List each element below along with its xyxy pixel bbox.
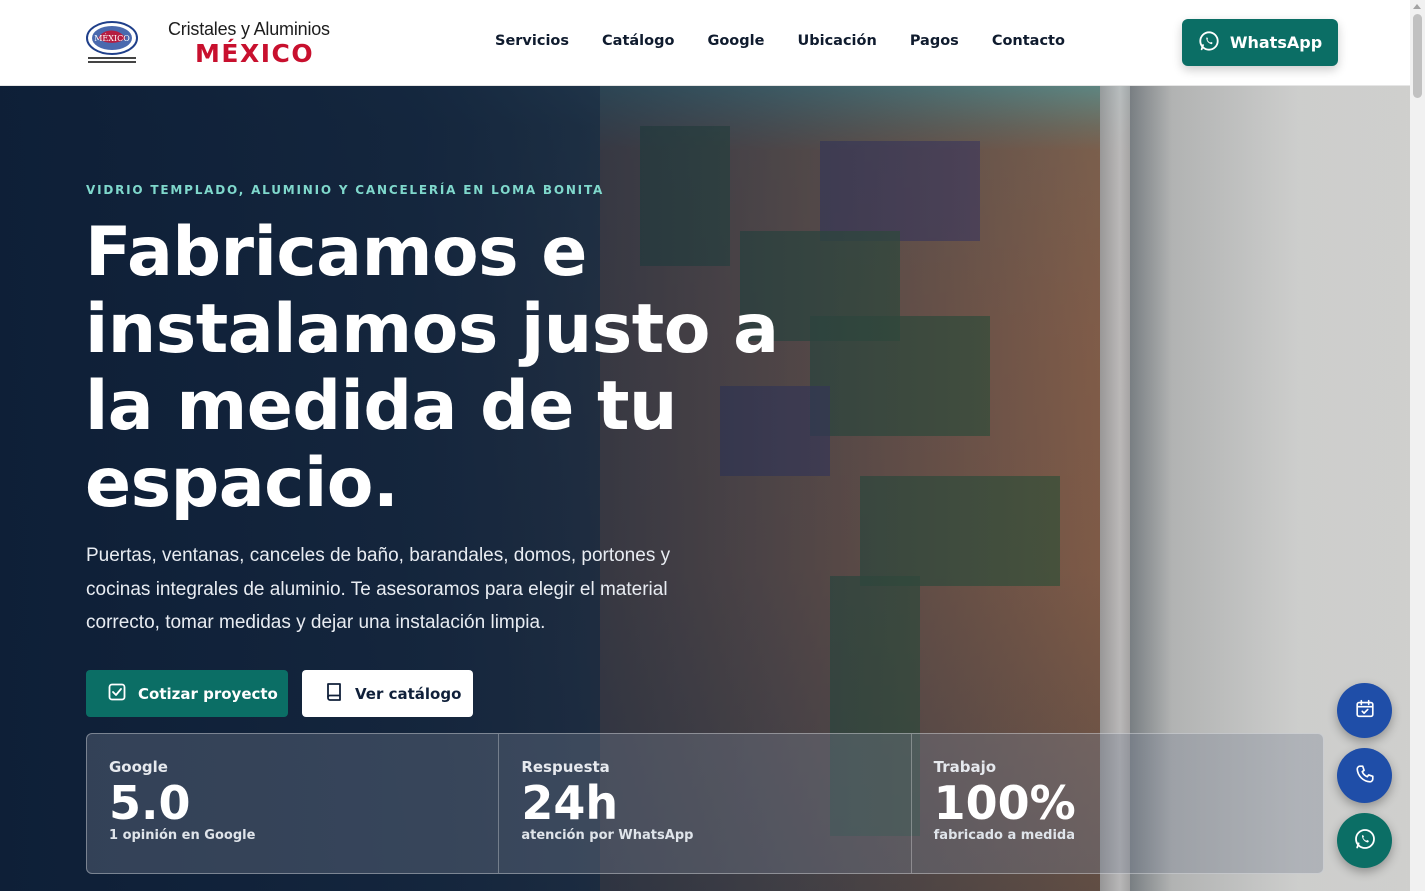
nav-ubicacion[interactable]: Ubicación [797,33,876,49]
stat-label: Trabajo [933,758,997,776]
brand-name[interactable]: Cristales y Aluminios MÉXICO [168,19,330,68]
company-logo[interactable]: MÉXICO [84,18,140,66]
brand-line-2: MÉXICO [195,39,315,68]
stats-panel: Google 5.0 1 opinión en Google Respuesta… [86,733,1324,874]
ver-catalogo-button[interactable]: Ver catálogo [302,670,473,717]
stat-sub: 1 opinión en Google [109,828,256,843]
ver-catalogo-label: Ver catálogo [355,684,462,703]
whatsapp-fab-button[interactable] [1337,813,1392,868]
stat-sub: fabricado a medida [933,828,1075,843]
nav-pagos[interactable]: Pagos [910,33,959,49]
cotizar-proyecto-button[interactable]: Cotizar proyecto [86,670,288,717]
scroll-up-arrow-icon[interactable] [1413,4,1421,9]
svg-text:MÉXICO: MÉXICO [94,34,130,43]
scrollbar-thumb[interactable] [1413,14,1422,98]
stat-value: 24h [521,776,619,830]
stat-label: Google [109,758,168,776]
nav-google[interactable]: Google [707,33,764,49]
hero-eyebrow: VIDRIO TEMPLADO, ALUMINIO Y CANCELERÍA E… [86,183,605,197]
page-scrollbar[interactable] [1410,0,1425,891]
stat-google: Google 5.0 1 opinión en Google [87,734,500,873]
whatsapp-icon [1198,30,1220,56]
hero-headline: Fabricamos e instalamos justo a la medid… [85,213,779,523]
nav-catalogo[interactable]: Catálogo [602,33,674,49]
stat-value: 100% [933,776,1076,830]
book-icon [325,682,343,706]
brand-line-1: Cristales y Aluminios [168,19,330,39]
hero-section: VIDRIO TEMPLADO, ALUMINIO Y CANCELERÍA E… [0,86,1410,891]
stat-trabajo: Trabajo 100% fabricado a medida [912,734,1323,873]
calendar-check-icon [1354,698,1376,724]
checkbox-icon [108,683,126,705]
stat-sub: atención por WhatsApp [521,828,694,843]
whatsapp-header-label: WhatsApp [1229,33,1323,52]
stat-value: 5.0 [109,776,191,830]
hero-description: Puertas, ventanas, canceles de baño, bar… [86,545,671,633]
phone-icon [1354,763,1376,789]
stat-label: Respuesta [521,758,610,776]
whatsapp-icon [1353,827,1377,855]
nav-contacto[interactable]: Contacto [992,33,1065,49]
main-nav: Servicios Catálogo Google Ubicación Pago… [495,33,1065,49]
site-header: MÉXICO Cristales y Aluminios MÉXICO Serv… [0,0,1410,86]
nav-servicios[interactable]: Servicios [495,33,569,49]
cotizar-proyecto-label: Cotizar proyecto [138,684,278,703]
call-fab-button[interactable] [1337,748,1392,803]
whatsapp-header-button[interactable]: WhatsApp [1182,19,1338,66]
stat-respuesta: Respuesta 24h atención por WhatsApp [499,734,912,873]
schedule-fab-button[interactable] [1337,683,1392,738]
